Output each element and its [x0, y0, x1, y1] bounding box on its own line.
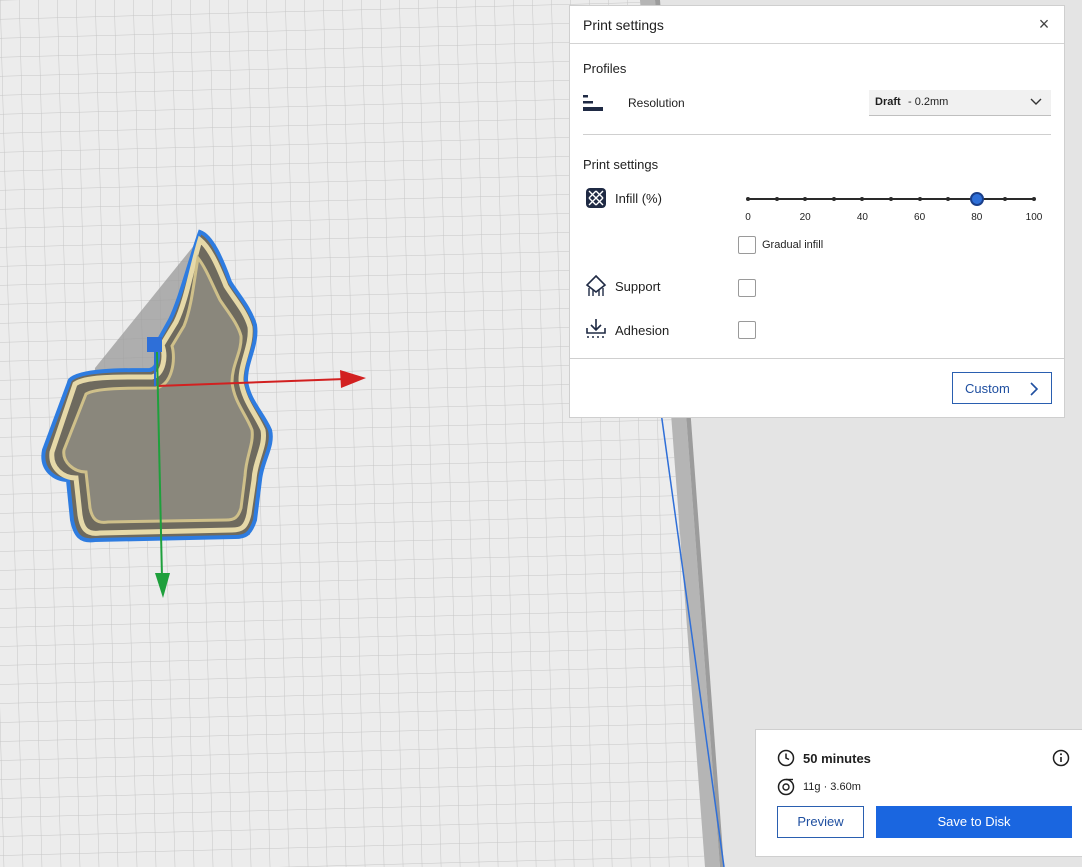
slider-tick	[1003, 197, 1008, 201]
adhesion-icon	[586, 319, 606, 338]
preview-button[interactable]: Preview	[777, 806, 864, 838]
custom-button[interactable]: Custom	[952, 372, 1052, 404]
resolution-value-bold: Draft	[875, 96, 901, 108]
slider-tick-label: 100	[1025, 212, 1043, 223]
infill-slider[interactable]: 0 20 40 60 80 100	[745, 188, 1042, 228]
profiles-heading: Profiles	[583, 61, 627, 76]
slider-tick	[774, 197, 779, 201]
slider-tick-label: 80	[971, 212, 983, 223]
slider-handle[interactable]	[969, 192, 984, 206]
resolution-label: Resolution	[628, 96, 685, 110]
resolution-value-rest: - 0.2mm	[908, 96, 949, 108]
adhesion-checkbox[interactable]	[738, 321, 756, 339]
slider-tick	[889, 197, 893, 201]
panel-header: Print settings ×	[570, 6, 1064, 44]
slider-tick	[831, 197, 836, 201]
slider-tick-label: 0	[745, 212, 751, 223]
custom-button-label: Custom	[965, 381, 1010, 396]
slider-tick	[803, 197, 808, 201]
adhesion-label: Adhesion	[615, 323, 670, 338]
slider-tick-label: 60	[914, 212, 926, 223]
panel-title: Print settings	[583, 17, 664, 33]
slider-tick	[917, 197, 922, 201]
material-usage: 11g · 3.60m	[803, 781, 861, 793]
slider-tick-label: 20	[799, 212, 811, 223]
slider-tick	[860, 197, 865, 201]
slider-tick-label: 40	[856, 212, 868, 223]
slider-tick	[1032, 197, 1036, 201]
clock-icon	[777, 749, 795, 767]
info-icon[interactable]	[1052, 749, 1070, 767]
footer-divider	[570, 358, 1064, 359]
print-settings-panel: Print settings × Profiles Resolution Dra…	[569, 5, 1065, 418]
infill-icon	[586, 188, 606, 208]
save-to-disk-button[interactable]: Save to Disk	[876, 806, 1072, 838]
resolution-dropdown[interactable]: Draft - 0.2mm	[869, 90, 1051, 116]
infill-label: Infill (%)	[615, 191, 662, 206]
print-summary-panel: 50 minutes 11g · 3.60m Preview Save to D…	[755, 729, 1082, 857]
print-settings-heading: Print settings	[583, 157, 659, 172]
gradual-infill-label: Gradual infill	[762, 239, 824, 251]
slider-tick	[946, 197, 951, 201]
close-icon[interactable]: ×	[1034, 14, 1054, 34]
slider-tick	[746, 197, 750, 201]
resolution-icon	[583, 95, 603, 111]
gradual-infill-checkbox[interactable]	[738, 236, 756, 254]
chevron-right-icon	[1030, 382, 1039, 396]
support-label: Support	[615, 279, 661, 294]
section-divider	[583, 134, 1051, 135]
print-time: 50 minutes	[803, 751, 871, 766]
support-icon	[585, 274, 607, 296]
support-checkbox[interactable]	[738, 279, 756, 297]
chevron-down-icon	[1030, 98, 1042, 105]
filament-spool-icon	[777, 778, 795, 796]
